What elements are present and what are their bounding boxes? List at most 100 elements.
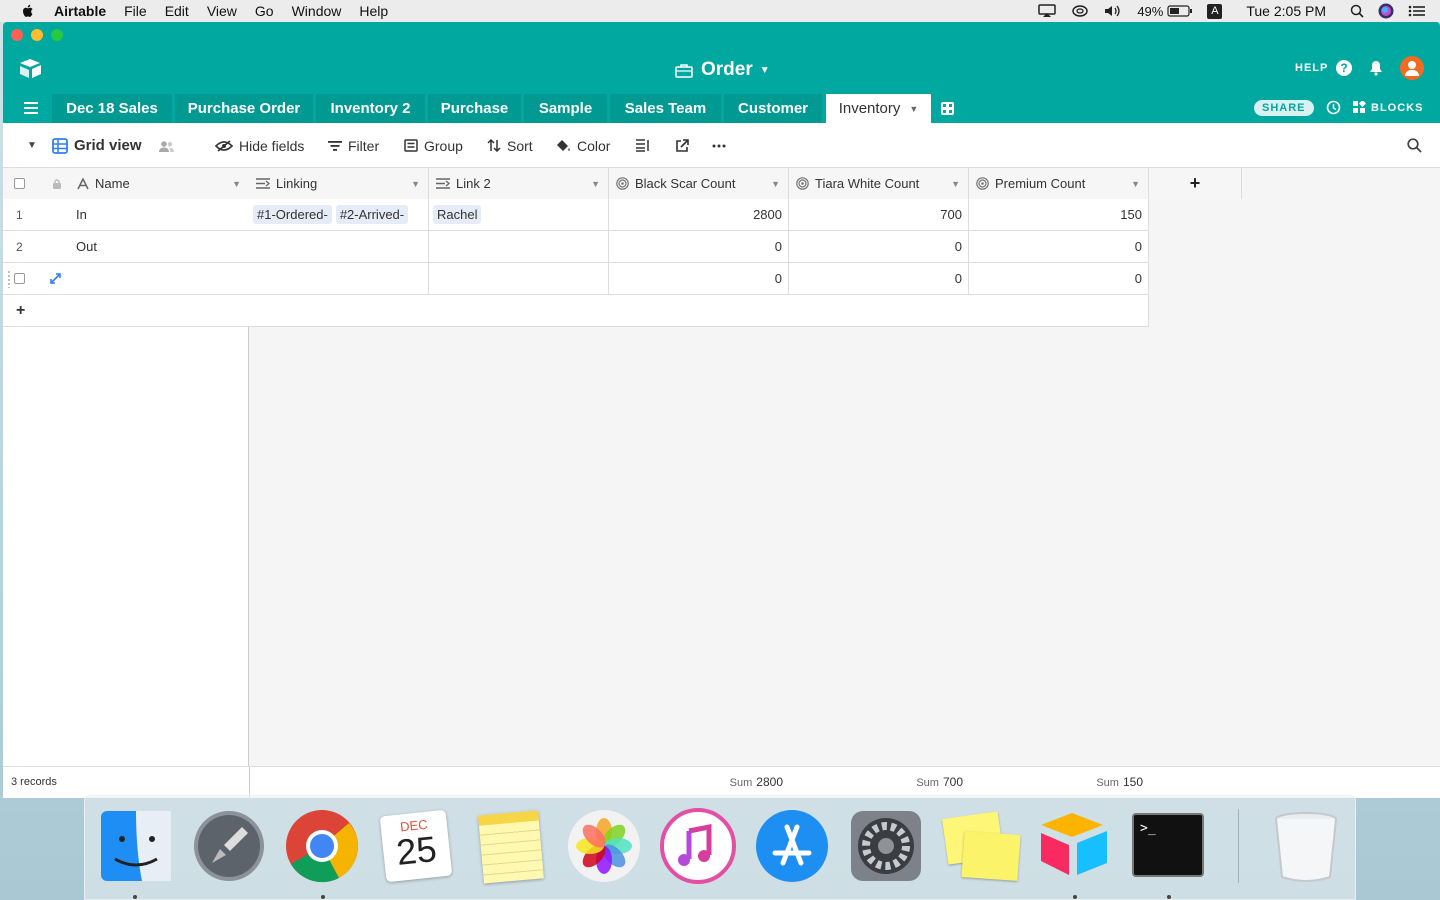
tab-sales-team[interactable]: Sales Team	[610, 94, 721, 123]
tiara-white-column-header[interactable]: Tiara White Count ▼	[789, 168, 969, 199]
menu-file[interactable]: File	[124, 3, 147, 19]
black-scar-sum[interactable]: Sum 2800	[703, 775, 783, 789]
table-row[interactable]: #1-Ordered- #2-Arrived- Rachel 2800 700 …	[249, 199, 1149, 231]
menu-help[interactable]: Help	[359, 3, 388, 19]
tab-dec-18-sales[interactable]: Dec 18 Sales	[52, 94, 172, 123]
link2-cell[interactable]	[429, 231, 609, 262]
collaborators-icon[interactable]	[158, 140, 175, 152]
chevron-down-icon[interactable]: ▼	[951, 179, 960, 189]
tab-customer[interactable]: Customer	[724, 94, 822, 123]
stickies-icon[interactable]	[941, 807, 1021, 885]
expand-record-icon[interactable]	[50, 273, 61, 284]
add-record-row[interactable]: +	[3, 295, 249, 327]
menu-window[interactable]: Window	[292, 3, 342, 19]
tiara-white-cell[interactable]: 0	[789, 231, 969, 262]
tab-inventory-2[interactable]: Inventory 2	[316, 94, 425, 123]
maximize-window-button[interactable]	[51, 29, 63, 41]
minimize-window-button[interactable]	[31, 29, 43, 41]
menu-edit[interactable]: Edit	[165, 3, 189, 19]
linked-record-chip[interactable]: #2-Arrived-	[335, 205, 409, 224]
tiara-white-cell[interactable]: 0	[789, 263, 969, 294]
tiara-white-sum[interactable]: Sum 700	[883, 775, 963, 789]
tab-purchase-order[interactable]: Purchase Order	[175, 94, 313, 123]
terminal-icon[interactable]: >_	[1129, 807, 1207, 885]
blocks-button[interactable]: BLOCKS	[1353, 101, 1423, 114]
creative-cloud-icon[interactable]	[1071, 4, 1089, 18]
volume-icon[interactable]	[1103, 4, 1123, 18]
link2-column-header[interactable]: Link 2 ▼	[429, 168, 609, 199]
itunes-icon[interactable]	[659, 807, 737, 885]
linking-cell[interactable]	[249, 263, 429, 294]
clock[interactable]: Tue 2:05 PM	[1246, 3, 1326, 19]
help-question-icon[interactable]: ?	[1336, 60, 1352, 76]
row-checkbox[interactable]	[14, 273, 25, 284]
table-row[interactable]: 0 0 0	[249, 263, 1149, 295]
menu-go[interactable]: Go	[255, 3, 274, 19]
chevron-down-icon[interactable]: ▼	[1131, 179, 1140, 189]
group-button[interactable]: Group	[404, 123, 463, 168]
notification-center-icon[interactable]	[1408, 5, 1426, 17]
sort-button[interactable]: Sort	[487, 123, 533, 168]
linked-record-chip[interactable]: #1-Ordered-	[253, 205, 332, 224]
chevron-down-icon[interactable]: ▼	[411, 179, 420, 189]
trash-icon[interactable]	[1267, 807, 1345, 885]
airtable-logo-icon[interactable]	[18, 58, 44, 80]
tiara-white-cell[interactable]: 700	[789, 199, 969, 230]
premium-cell[interactable]: 0	[969, 231, 1149, 262]
battery-icon[interactable]	[1167, 5, 1193, 17]
chevron-down-icon[interactable]: ▼	[771, 179, 780, 189]
name-column-header[interactable]: Name ▼	[3, 168, 249, 199]
finder-icon[interactable]	[97, 807, 175, 885]
premium-sum[interactable]: Sum 150	[1063, 775, 1143, 789]
black-scar-cell[interactable]: 0	[609, 231, 789, 262]
bell-icon[interactable]	[1369, 60, 1383, 76]
chevron-down-icon[interactable]: ▼	[232, 179, 241, 189]
table-row[interactable]	[3, 263, 249, 295]
user-avatar[interactable]	[1400, 56, 1424, 80]
linking-cell[interactable]	[249, 231, 429, 262]
apple-icon[interactable]	[20, 3, 36, 19]
table-row[interactable]: 2 Out	[3, 231, 249, 263]
airplay-icon[interactable]	[1037, 4, 1057, 18]
filter-button[interactable]: Filter	[328, 123, 379, 168]
select-all-checkbox[interactable]	[14, 178, 25, 189]
share-button[interactable]: SHARE	[1254, 100, 1314, 116]
table-row[interactable]: 0 0 0	[249, 231, 1149, 263]
more-options-button[interactable]	[712, 123, 732, 168]
premium-cell[interactable]: 0	[969, 263, 1149, 294]
view-switcher[interactable]: Grid view	[52, 123, 181, 168]
chrome-icon[interactable]	[283, 807, 361, 885]
hamburger-menu-icon[interactable]	[24, 102, 38, 114]
tab-sample[interactable]: Sample	[524, 94, 607, 123]
tab-inventory[interactable]: Inventory ▼	[826, 94, 931, 123]
add-record-row-right[interactable]	[249, 295, 1149, 327]
add-field-button[interactable]: +	[1149, 168, 1242, 199]
hide-fields-button[interactable]: Hide fields	[215, 123, 304, 168]
table-row[interactable]: 1 In	[3, 199, 249, 231]
name-cell[interactable]	[3, 263, 249, 294]
menu-app-name[interactable]: Airtable	[54, 3, 106, 19]
siri-icon[interactable]	[1378, 3, 1394, 19]
row-height-button[interactable]	[635, 123, 656, 168]
input-source-icon[interactable]: A	[1207, 3, 1223, 19]
premium-cell[interactable]: 150	[969, 199, 1149, 230]
history-icon[interactable]	[1326, 100, 1341, 115]
base-title-menu[interactable]: Order ▼	[675, 58, 770, 82]
add-table-icon[interactable]	[941, 102, 954, 115]
black-scar-cell[interactable]: 0	[609, 263, 789, 294]
linking-cell[interactable]: #1-Ordered- #2-Arrived-	[249, 199, 429, 230]
linking-column-header[interactable]: Linking ▼	[249, 168, 429, 199]
drag-handle[interactable]	[7, 270, 11, 288]
notes-icon[interactable]	[471, 807, 549, 885]
black-scar-column-header[interactable]: Black Scar Count ▼	[609, 168, 789, 199]
color-button[interactable]: Color	[556, 123, 610, 168]
close-window-button[interactable]	[11, 29, 23, 41]
app-store-icon[interactable]	[753, 807, 831, 885]
menu-view[interactable]: View	[207, 3, 237, 19]
share-view-button[interactable]	[675, 123, 695, 168]
system-preferences-icon[interactable]	[847, 807, 925, 885]
help-link[interactable]: HELP	[1295, 62, 1328, 74]
chevron-down-icon[interactable]: ▼	[591, 179, 600, 189]
chevron-down-icon[interactable]: ▼	[909, 104, 918, 114]
airtable-icon[interactable]	[1035, 807, 1113, 885]
